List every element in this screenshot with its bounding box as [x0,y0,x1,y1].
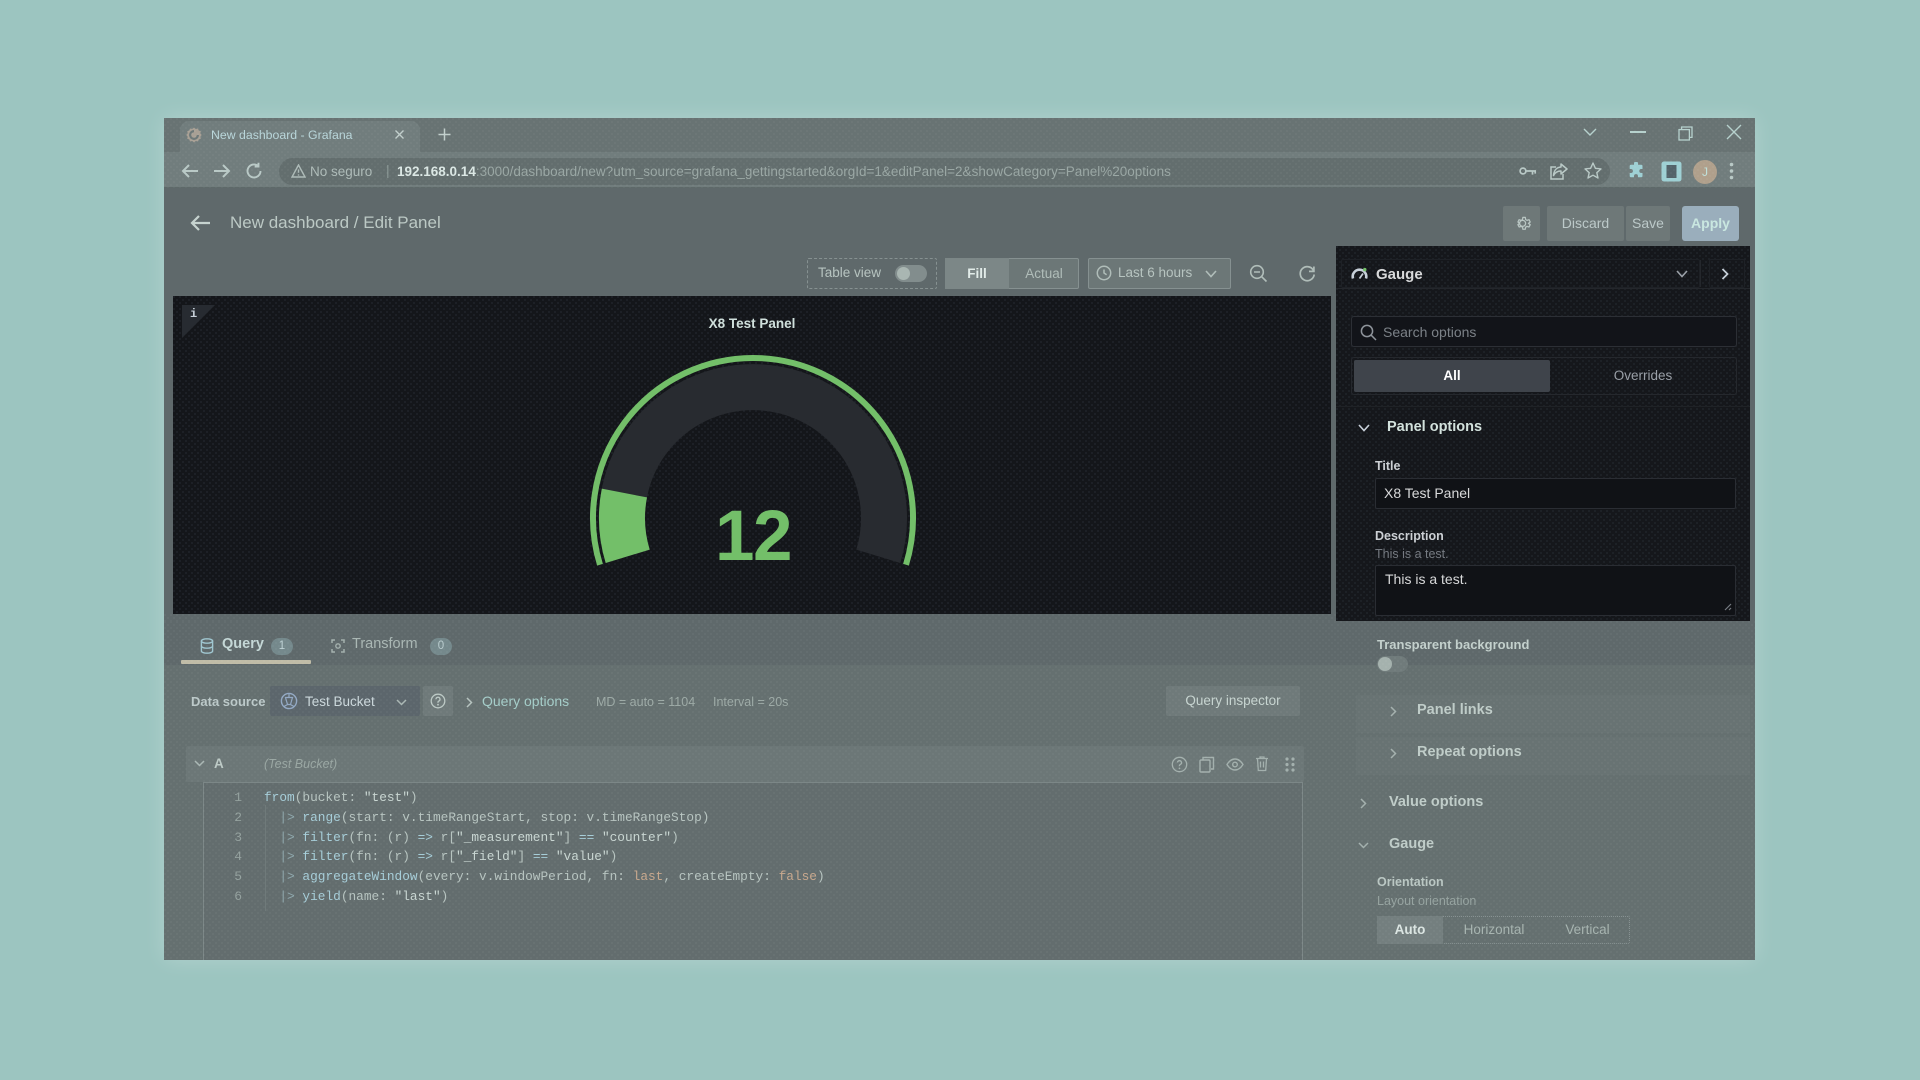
svg-text:12: 12 [715,497,791,576]
